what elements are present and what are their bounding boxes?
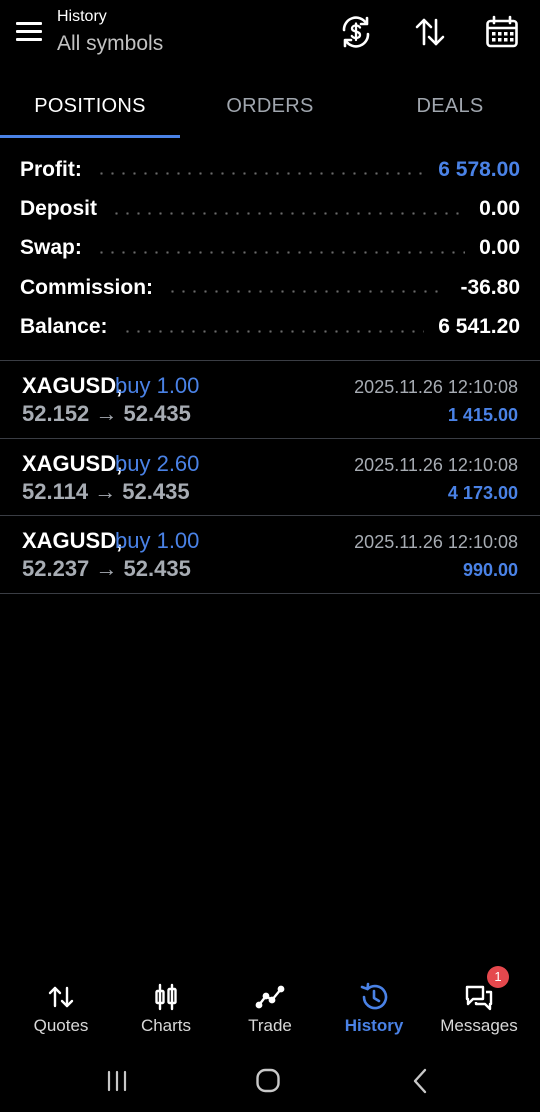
position-symbol: XAGUSD, — [22, 373, 123, 398]
history-icon — [360, 982, 388, 1010]
summary-row-commission: Commission: -36.80 — [0, 268, 540, 307]
bottom-navigation: Quotes Charts Trade History 1 Messages — [0, 966, 540, 1042]
account-summary: Profit: 6 578.00 Deposit 0.00 Swap: 0.00… — [0, 150, 540, 347]
summary-value: -36.80 — [460, 275, 520, 299]
currency-exchange-icon[interactable] — [338, 14, 374, 50]
system-navigation — [0, 1050, 540, 1112]
quotes-icon — [48, 986, 74, 1008]
position-prices: 52.152 → 52.435 — [22, 401, 191, 426]
dotted-leader — [95, 172, 425, 176]
tab-positions[interactable]: POSITIONS — [0, 80, 180, 138]
nav-quotes[interactable]: Quotes — [7, 972, 115, 1042]
position-prices: 52.237 → 52.435 — [22, 556, 191, 581]
positions-list: XAGUSD, buy 1.00 52.152 → 52.435 2025.11… — [0, 361, 540, 594]
tab-bar: POSITIONS ORDERS DEALS — [0, 80, 540, 138]
dotted-leader — [167, 290, 447, 294]
position-side: buy 1.00 — [115, 528, 200, 553]
symbol-filter[interactable]: All symbols — [57, 30, 163, 58]
position-side: buy 2.60 — [115, 450, 200, 476]
list-item[interactable]: XAGUSD, buy 1.00 52.152 → 52.435 2025.11… — [0, 361, 540, 439]
home-icon[interactable] — [248, 1064, 288, 1098]
nav-label: Charts — [140, 1016, 192, 1035]
position-profit: 1 415.00 — [447, 405, 518, 425]
tab-orders[interactable]: ORDERS — [180, 80, 360, 138]
app-header: History All symbols — [0, 0, 540, 70]
summary-label: Deposit — [20, 197, 98, 221]
nav-charts[interactable]: Charts — [112, 972, 220, 1042]
summary-value: 6 578.00 — [438, 157, 520, 181]
position-side: buy 1.00 — [115, 373, 200, 398]
trade-line-icon — [255, 985, 285, 1009]
summary-row-swap: Swap: 0.00 — [0, 229, 540, 268]
tab-deals[interactable]: DEALS — [360, 80, 540, 138]
title-block: History All symbols — [57, 7, 163, 58]
position-time: 2025.11.26 12:10:08 — [354, 377, 518, 397]
summary-label: Profit: — [20, 157, 82, 181]
summary-label: Commission: — [20, 275, 154, 299]
calendar-icon[interactable] — [484, 14, 520, 50]
nav-messages[interactable]: 1 Messages — [425, 966, 533, 1042]
summary-row-deposit: Deposit 0.00 — [0, 189, 540, 228]
sort-icon[interactable] — [412, 14, 448, 50]
candlestick-icon — [155, 983, 177, 1011]
nav-label: Trade — [248, 1016, 292, 1035]
summary-value: 0.00 — [479, 236, 520, 260]
position-symbol: XAGUSD, — [22, 450, 123, 476]
nav-label: Messages — [440, 1016, 518, 1035]
position-profit: 4 173.00 — [447, 482, 518, 503]
summary-row-profit: Profit: 6 578.00 — [0, 150, 540, 189]
nav-label: History — [344, 1016, 404, 1035]
back-icon[interactable] — [400, 1064, 440, 1098]
unread-badge: 1 — [487, 966, 509, 988]
dotted-leader — [95, 250, 466, 254]
recent-apps-icon[interactable] — [97, 1064, 137, 1098]
nav-label: Quotes — [33, 1016, 89, 1035]
menu-icon[interactable] — [16, 22, 42, 42]
summary-label: Swap: — [20, 236, 82, 260]
summary-value: 6 541.20 — [438, 315, 520, 339]
position-profit: 990.00 — [462, 560, 518, 580]
position-prices: 52.114 → 52.435 — [22, 478, 190, 504]
summary-label: Balance: — [20, 315, 108, 339]
active-tab-indicator — [0, 135, 180, 138]
nav-trade[interactable]: Trade — [216, 972, 324, 1042]
position-time: 2025.11.26 12:10:08 — [354, 454, 518, 475]
position-time: 2025.11.26 12:10:08 — [354, 532, 518, 552]
nav-history[interactable]: History — [320, 972, 428, 1042]
dotted-leader — [111, 211, 466, 215]
dotted-leader — [121, 329, 425, 333]
chat-icon — [465, 985, 493, 1011]
summary-value: 0.00 — [479, 197, 520, 221]
list-item[interactable]: XAGUSD, buy 1.00 52.237 → 52.435 2025.11… — [0, 516, 540, 594]
page-title: History — [57, 8, 107, 25]
position-symbol: XAGUSD, — [22, 528, 123, 553]
list-item[interactable]: XAGUSD, buy 2.60 52.114 → 52.435 2025.11… — [0, 439, 540, 516]
summary-row-balance: Balance: 6 541.20 — [0, 308, 540, 347]
